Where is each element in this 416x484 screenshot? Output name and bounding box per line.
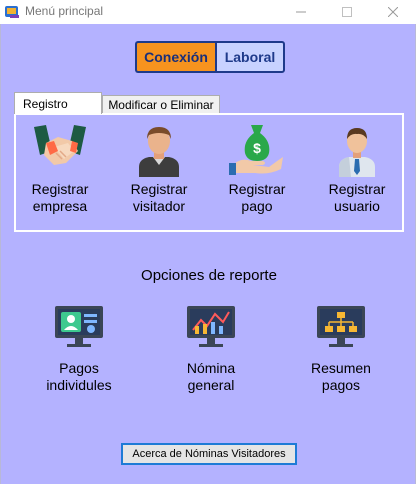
pagos-individules-button[interactable]: Pagos individules: [43, 300, 115, 394]
close-button[interactable]: [370, 0, 416, 24]
resumen-pagos-line2: pagos: [321, 377, 361, 393]
registrar-empresa-line1: Registrar: [31, 181, 89, 197]
nomina-general-line1: Nómina: [186, 360, 236, 376]
pagos-individules-line2: individules: [46, 377, 112, 393]
resumen-pagos-line1: Resumen: [311, 360, 371, 376]
registrar-empresa-line2: empresa: [32, 198, 88, 214]
reportes-title: Opciones de reporte: [141, 267, 277, 284]
app-icon: [5, 6, 19, 18]
minimize-button[interactable]: [278, 0, 324, 24]
logo-left: Conexión: [135, 41, 215, 73]
registrar-empresa-button[interactable]: Registrar empresa: [28, 121, 92, 215]
nomina-general-line2: general: [187, 377, 235, 393]
logo: Conexión Laboral: [135, 41, 285, 73]
registrar-usuario-label: Registrar usuario: [329, 181, 386, 215]
svg-text:$: $: [253, 140, 261, 156]
hierarchy-monitor-icon: [317, 306, 365, 347]
tab-registro[interactable]: Registro: [14, 92, 102, 114]
registrar-visitador-line1: Registrar: [130, 181, 188, 197]
close-icon: [388, 7, 398, 17]
registrar-pago-line1: Registrar: [228, 181, 286, 197]
registrar-empresa-label: Registrar empresa: [32, 181, 89, 215]
registrar-usuario-button[interactable]: Registrar usuario: [322, 121, 392, 215]
nomina-general-label: Nómina general: [187, 360, 235, 394]
minimize-icon: [296, 11, 306, 13]
pagos-individules-line1: Pagos: [59, 360, 99, 376]
maximize-button[interactable]: [324, 0, 370, 24]
registrar-visitador-line2: visitador: [132, 198, 186, 214]
registrar-pago-line2: pago: [241, 198, 273, 214]
pagos-individules-label: Pagos individules: [46, 360, 111, 394]
registrar-usuario-line1: Registrar: [328, 181, 386, 197]
person-icon: [139, 127, 179, 177]
window-title: Menú principal: [25, 4, 104, 18]
nomina-general-button[interactable]: Nómina general: [176, 300, 246, 394]
registrar-usuario-line2: usuario: [334, 198, 380, 214]
registrar-visitador-label: Registrar visitador: [131, 181, 188, 215]
user-tie-icon: [339, 128, 375, 177]
maximize-icon: [342, 7, 352, 17]
client-area: Conexión Laboral Registro Modificar o El…: [0, 24, 416, 484]
tab-modificar-eliminar[interactable]: Modificar o Eliminar: [102, 95, 220, 114]
logo-right: Laboral: [215, 41, 285, 73]
registrar-pago-label: Registrar pago: [229, 181, 286, 215]
resumen-pagos-label: Resumen pagos: [311, 360, 371, 394]
resumen-pagos-button[interactable]: Resumen pagos: [303, 300, 379, 394]
chart-monitor-icon: [187, 306, 235, 347]
tab-panel-registro: Registrar empresa Registrar visitador $ …: [14, 113, 404, 232]
title-bar: Menú principal: [0, 0, 416, 24]
handshake-icon: [34, 125, 86, 165]
acerca-de-button[interactable]: Acerca de Nóminas Visitadores: [121, 443, 297, 465]
money-bag-hand-icon: $: [229, 125, 283, 175]
registrar-visitador-button[interactable]: Registrar visitador: [122, 121, 196, 215]
registrar-pago-button[interactable]: $ Registrar pago: [224, 121, 290, 215]
id-card-monitor-icon: [55, 306, 103, 347]
